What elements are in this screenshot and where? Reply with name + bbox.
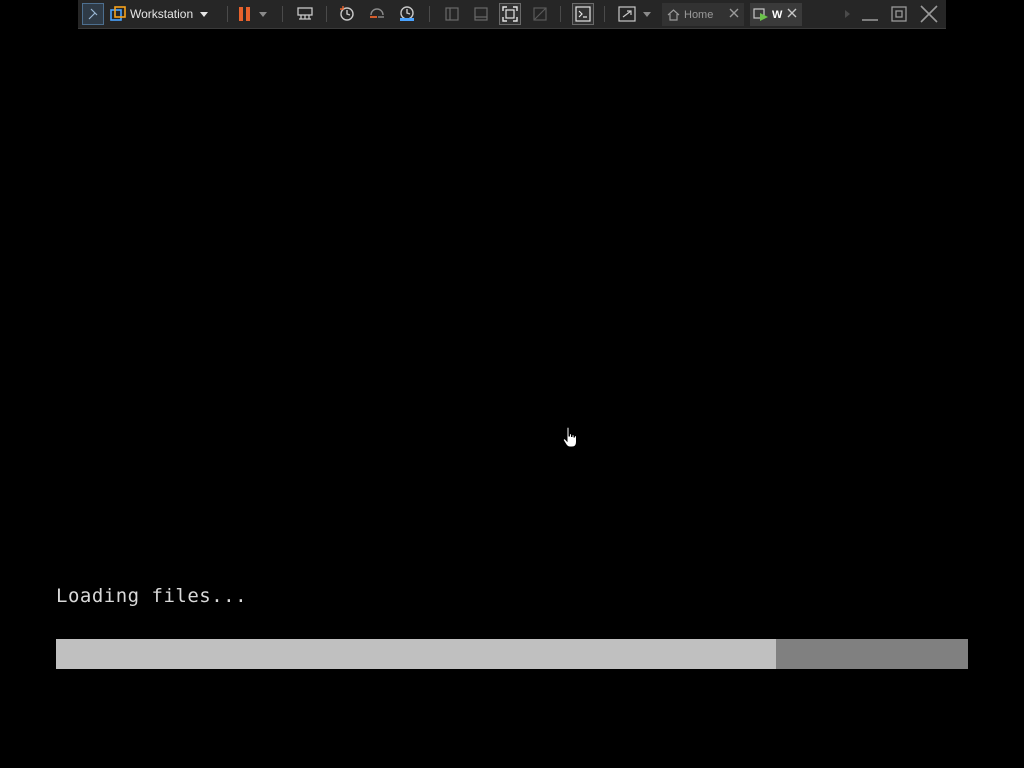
stretch-guest-icon [618,6,636,22]
pin-button[interactable] [82,3,104,25]
minimize-button[interactable] [859,4,881,24]
power-menu-button[interactable] [256,3,270,25]
pause-button[interactable] [234,3,256,25]
unity-icon [533,7,547,21]
workstation-menu-button[interactable]: Workstation [130,3,209,25]
chevron-right-icon [844,10,850,18]
snapshot-take-icon [340,6,354,21]
tab-scroll-right-button[interactable] [842,4,852,24]
show-thumbnail-bar-button[interactable] [470,3,492,25]
loading-progress-fill [56,639,776,669]
close-icon[interactable] [728,7,740,19]
close-icon[interactable] [786,7,798,19]
snapshot-revert-icon [370,8,384,18]
snapshot-manager-icon [400,6,414,21]
loading-progress-bar [56,639,968,669]
show-library-button[interactable] [441,3,463,25]
stretch-guest-button[interactable] [616,3,638,25]
loading-status-text: Loading files... [56,585,248,607]
pin-icon [88,8,98,20]
home-icon [667,8,680,21]
vm-screen[interactable]: Workstation Home W Loading files... [0,0,1024,768]
chevron-down-icon [259,11,267,17]
tab-vm-label: W [772,8,783,21]
hand-pointer-cursor-icon [562,426,577,448]
console-view-button[interactable] [572,3,594,25]
fullscreen-toolbar: Workstation Home W [78,0,946,29]
restore-button[interactable] [888,4,910,24]
stretch-menu-button[interactable] [640,3,654,25]
unity-button[interactable] [529,3,551,25]
vm-logo-icon [107,3,129,25]
pause-icon [239,7,250,21]
send-ctrl-alt-del-button[interactable] [294,3,316,25]
tab-home-label: Home [684,8,714,21]
full-screen-button[interactable] [499,3,521,25]
snapshot-manager-button[interactable] [396,3,418,25]
thumbnail-bar-icon [474,7,488,21]
library-panel-icon [445,7,459,21]
vm-running-icon [753,7,768,21]
workstation-label: Workstation [130,7,194,21]
close-icon [920,5,938,23]
exit-fullscreen-close-button[interactable] [918,4,940,24]
fullscreen-icon [502,6,518,22]
chevron-down-icon [643,11,651,17]
minimize-icon [862,19,878,21]
restore-icon [891,6,907,22]
revert-snapshot-button[interactable] [366,3,388,25]
tab-vm[interactable]: W [750,3,802,26]
take-snapshot-button[interactable] [336,3,358,25]
console-icon [575,6,591,22]
tab-home[interactable]: Home [662,3,744,26]
chevron-down-icon [200,11,209,17]
send-ctrl-alt-del-icon [297,7,313,20]
